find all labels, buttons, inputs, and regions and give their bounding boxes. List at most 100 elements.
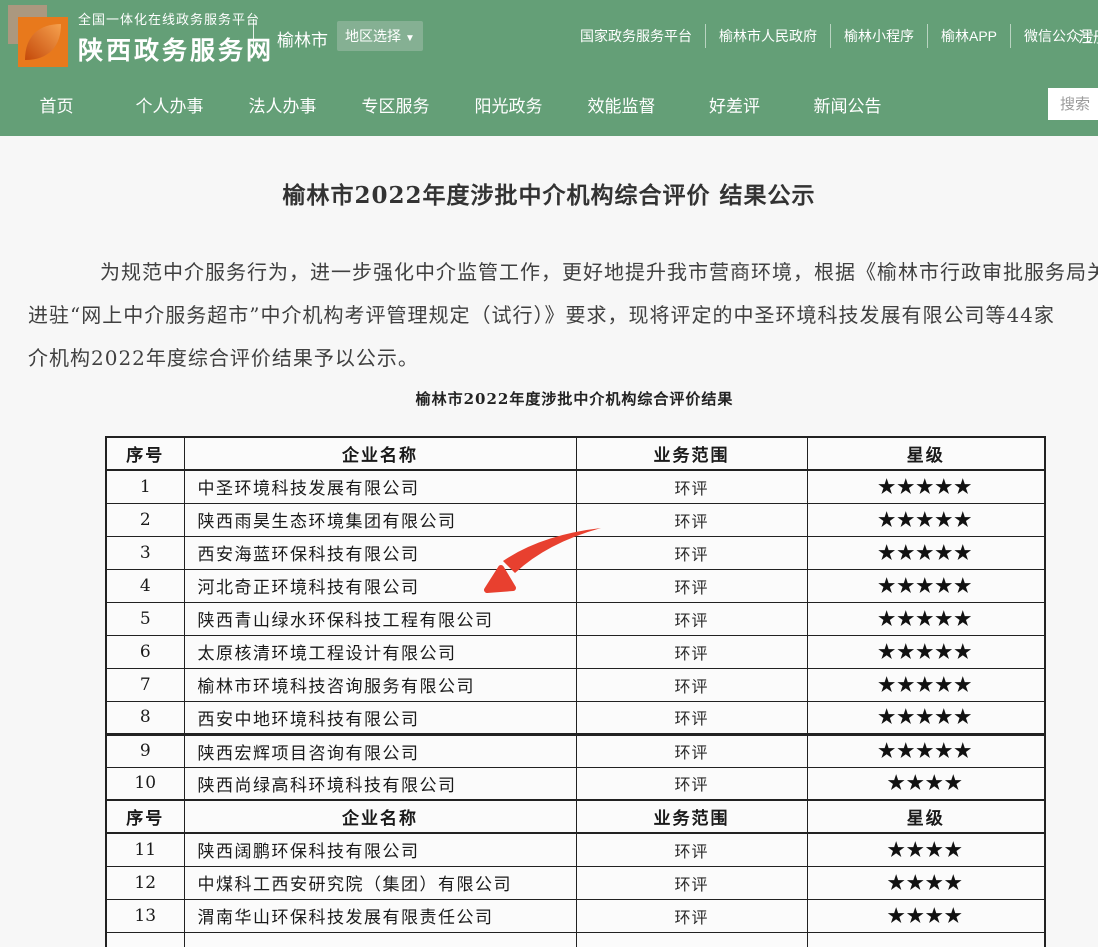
cell-stars: ★★★★★ — [807, 635, 1045, 668]
table-row: 10陕西尚绿高科环境科技有限公司环评★★★★ — [106, 767, 1045, 800]
cell-scope: 环评 — [576, 569, 807, 602]
cell-no — [106, 932, 184, 947]
search-input[interactable] — [1048, 88, 1098, 120]
nav-item[interactable]: 效能监督 — [565, 92, 678, 117]
site-name: 陕西政务服务网 — [78, 31, 274, 67]
top-links: 国家政务服务平台榆林市人民政府榆林小程序榆林APP微信公众号 — [567, 0, 1098, 72]
nav-item[interactable]: 法人办事 — [226, 92, 339, 117]
article-paragraph-line: 介机构2022年度综合评价结果予以公示。 — [28, 337, 1098, 380]
cell-company: 陕西阔鹏环保科技有限公司 — [184, 833, 576, 866]
nav-item[interactable]: 首页 — [0, 92, 113, 117]
table-row — [106, 932, 1045, 947]
announcement-article: 榆林市2022年度涉批中介机构综合评价 结果公示 为规范中介服务行为，进一步强化… — [0, 136, 1098, 947]
top-header-bar: 全国一体化在线政务服务平台 陕西政务服务网 榆林市 地区选择 ▼ 国家政务服务平台… — [0, 0, 1098, 72]
nav-item[interactable]: 新闻公告 — [791, 92, 904, 117]
cell-scope: 环评 — [576, 899, 807, 932]
cell-no: 5 — [106, 602, 184, 635]
cell-scope: 环评 — [576, 503, 807, 536]
cell-company: 陕西尚绿高科环境科技有限公司 — [184, 767, 576, 800]
cell-scope: 环评 — [576, 470, 807, 503]
cell-stars: ★★★★ — [807, 866, 1045, 899]
cell-no: 4 — [106, 569, 184, 602]
page-title: 榆林市2022年度涉批中介机构综合评价 结果公示 — [0, 136, 1098, 210]
cell-scope: 环评 — [576, 536, 807, 569]
cell-stars: ★★★★★ — [807, 602, 1045, 635]
article-paragraph-line: 为规范中介服务行为，进一步强化中介监管工作，更好地提升我市营商环境，根据《榆林市… — [28, 251, 1098, 294]
column-header: 序号 — [106, 800, 184, 833]
current-city-label: 榆林市 — [277, 26, 328, 51]
table-row: 4河北奇正环境科技有限公司环评★★★★★ — [106, 569, 1045, 602]
cell-scope — [576, 932, 807, 947]
cell-company: 中煤科工西安研究院（集团）有限公司 — [184, 866, 576, 899]
top-link[interactable]: 榆林小程序 — [831, 24, 928, 48]
region-select-label: 地区选择 — [345, 28, 401, 44]
table-row: 7榆林市环境科技咨询服务有限公司环评★★★★★ — [106, 668, 1045, 701]
table-caption: 榆林市2022年度涉批中介机构综合评价结果 — [105, 390, 1044, 408]
cell-no: 1 — [106, 470, 184, 503]
cell-stars — [807, 932, 1045, 947]
cell-company: 中圣环境科技发展有限公司 — [184, 470, 576, 503]
column-header: 企业名称 — [184, 800, 576, 833]
column-header: 业务范围 — [576, 437, 807, 470]
cell-no: 6 — [106, 635, 184, 668]
register-link[interactable]: 注册 — [1078, 26, 1098, 47]
table-row: 3西安海蓝环保科技有限公司环评★★★★★ — [106, 536, 1045, 569]
cell-stars: ★★★★★ — [807, 734, 1045, 767]
cell-stars: ★★★★★ — [807, 470, 1045, 503]
cell-company: 陕西雨昊生态环境集团有限公司 — [184, 503, 576, 536]
cell-company: 陕西宏辉项目咨询有限公司 — [184, 734, 576, 767]
article-paragraph-line: 进驻“网上中介服务超市”中介机构考评管理规定（试行）》要求，现将评定的中圣环境科… — [28, 294, 1098, 337]
cell-company: 陕西青山绿水环保科技工程有限公司 — [184, 602, 576, 635]
cell-scope: 环评 — [576, 701, 807, 734]
column-header: 企业名称 — [184, 437, 576, 470]
cell-company — [184, 932, 576, 947]
table-row: 12中煤科工西安研究院（集团）有限公司环评★★★★ — [106, 866, 1045, 899]
table-row: 8西安中地环境科技有限公司环评★★★★★ — [106, 701, 1045, 734]
table-header-row: 序号企业名称业务范围星级 — [106, 437, 1045, 470]
cell-company: 太原核清环境工程设计有限公司 — [184, 635, 576, 668]
table-row: 9陕西宏辉项目咨询有限公司环评★★★★★ — [106, 734, 1045, 767]
table-row: 2陕西雨昊生态环境集团有限公司环评★★★★★ — [106, 503, 1045, 536]
cell-no: 7 — [106, 668, 184, 701]
cell-no: 3 — [106, 536, 184, 569]
cell-company: 西安海蓝环保科技有限公司 — [184, 536, 576, 569]
cell-no: 11 — [106, 833, 184, 866]
site-branding: 全国一体化在线政务服务平台 陕西政务服务网 — [78, 9, 274, 67]
nav-item[interactable]: 专区服务 — [339, 92, 452, 117]
nav-item[interactable]: 阳光政务 — [452, 92, 565, 117]
main-navbar: 首页个人办事法人办事专区服务阳光政务效能监督好差评新闻公告 — [0, 72, 1098, 136]
cell-scope: 环评 — [576, 734, 807, 767]
cell-no: 10 — [106, 767, 184, 800]
region-select-button[interactable]: 地区选择 ▼ — [337, 21, 423, 51]
results-table: 序号企业名称业务范围星级1中圣环境科技发展有限公司环评★★★★★2陕西雨昊生态环… — [105, 436, 1046, 947]
article-body: 为规范中介服务行为，进一步强化中介监管工作，更好地提升我市营商环境，根据《榆林市… — [0, 251, 1098, 380]
table-row: 13渭南华山环保科技发展有限责任公司环评★★★★ — [106, 899, 1045, 932]
results-table-body: 序号企业名称业务范围星级1中圣环境科技发展有限公司环评★★★★★2陕西雨昊生态环… — [106, 437, 1045, 947]
column-header: 星级 — [807, 437, 1045, 470]
nav-item[interactable]: 好差评 — [678, 92, 791, 117]
cell-stars: ★★★★★ — [807, 701, 1045, 734]
top-link[interactable]: 榆林市人民政府 — [706, 24, 831, 48]
cell-stars: ★★★★ — [807, 833, 1045, 866]
column-header: 星级 — [807, 800, 1045, 833]
nav-item[interactable]: 个人办事 — [113, 92, 226, 117]
cell-scope: 环评 — [576, 833, 807, 866]
cell-stars: ★★★★★ — [807, 668, 1045, 701]
top-link[interactable]: 榆林APP — [928, 24, 1011, 48]
table-row: 1中圣环境科技发展有限公司环评★★★★★ — [106, 470, 1045, 503]
top-link[interactable]: 国家政务服务平台 — [567, 24, 706, 48]
cell-scope: 环评 — [576, 602, 807, 635]
table-row: 6太原核清环境工程设计有限公司环评★★★★★ — [106, 635, 1045, 668]
cell-stars: ★★★★ — [807, 899, 1045, 932]
cell-stars: ★★★★ — [807, 767, 1045, 800]
header-divider — [253, 19, 254, 53]
cell-stars: ★★★★★ — [807, 569, 1045, 602]
column-header: 业务范围 — [576, 800, 807, 833]
cell-no: 8 — [106, 701, 184, 734]
logo-leaf-icon — [18, 17, 68, 67]
chevron-down-icon: ▼ — [405, 33, 415, 44]
cell-no: 12 — [106, 866, 184, 899]
site-logo — [8, 5, 70, 67]
cell-scope: 环评 — [576, 767, 807, 800]
cell-no: 9 — [106, 734, 184, 767]
